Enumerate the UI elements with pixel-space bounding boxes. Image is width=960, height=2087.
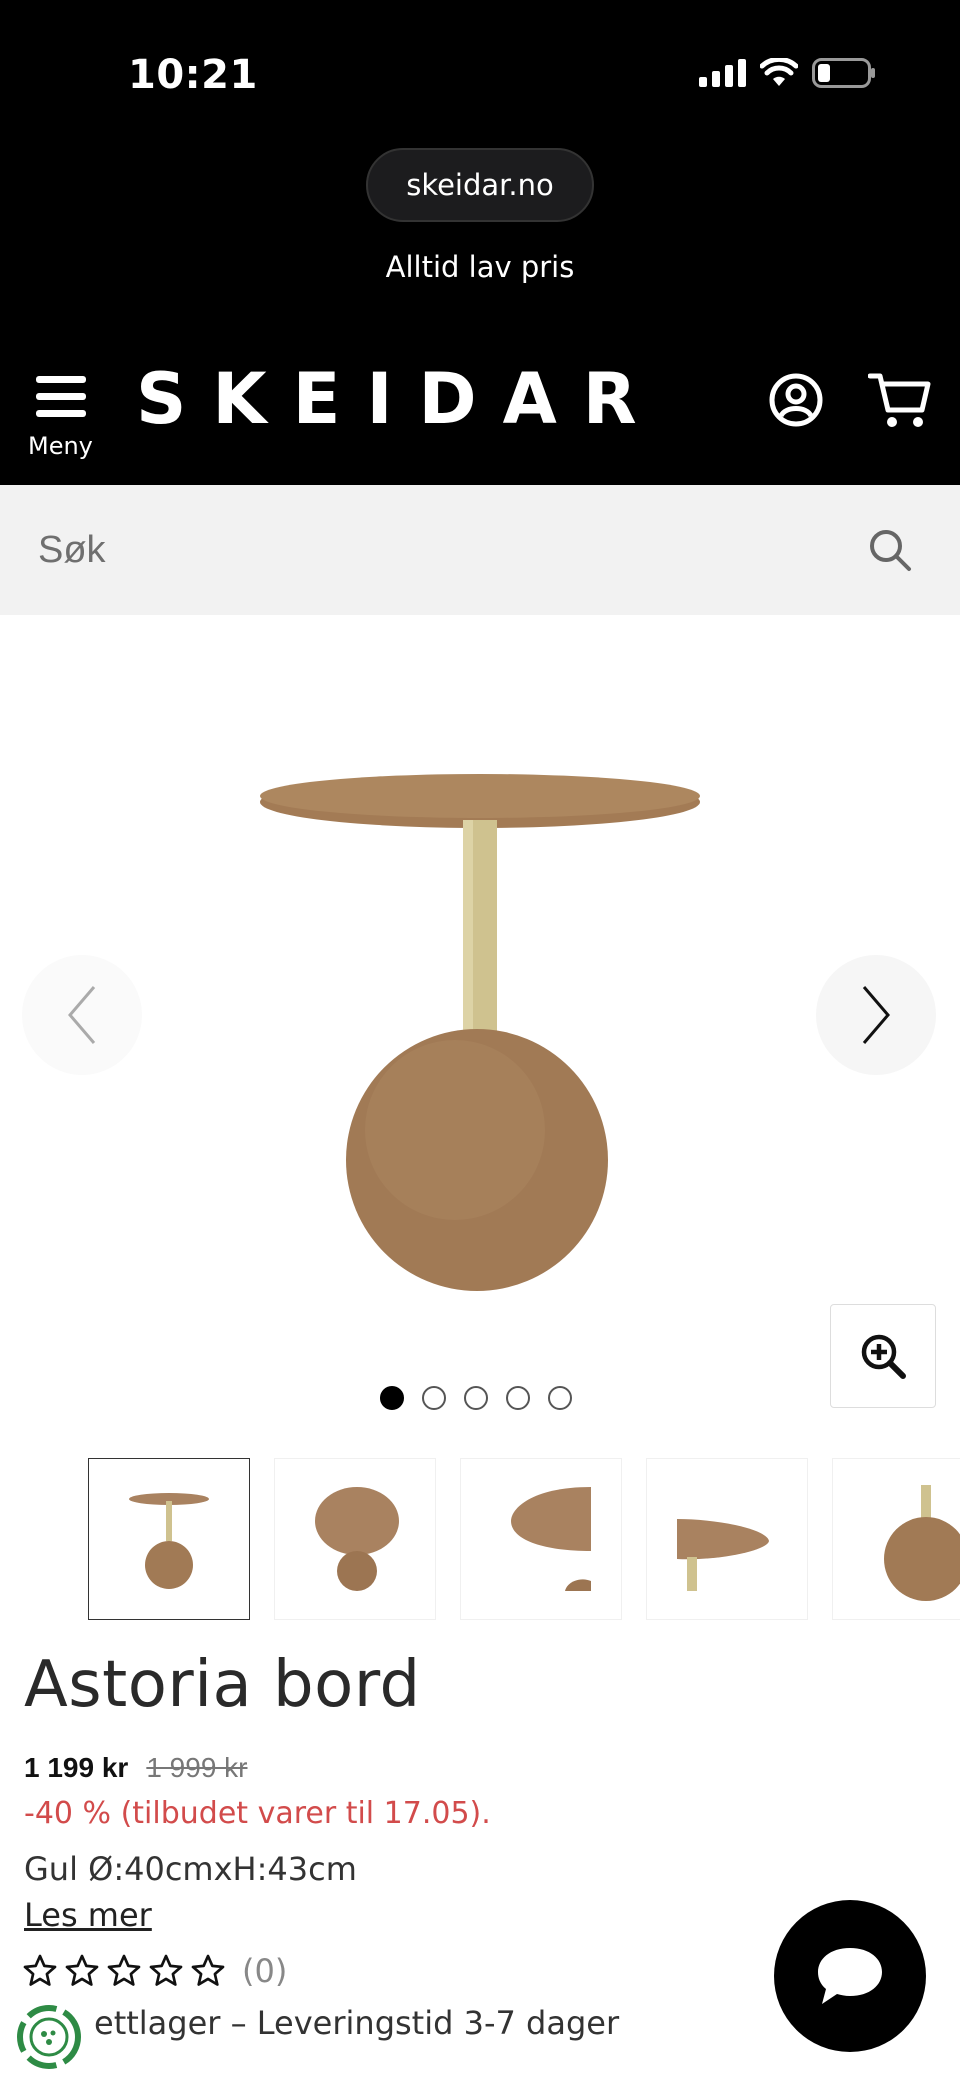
- search-bar: [0, 485, 960, 615]
- cellular-signal-icon: [699, 59, 746, 87]
- zoom-button[interactable]: [830, 1304, 936, 1408]
- star-icon: [149, 1954, 183, 1986]
- thumbnail-image: [129, 1493, 209, 1589]
- thumbnail-image: [677, 1519, 769, 1591]
- price-row: 1 199 kr 1 999 kr: [24, 1752, 248, 1784]
- zoom-in-icon: [861, 1334, 906, 1379]
- chat-icon: [818, 1948, 882, 2004]
- chevron-left-icon: [68, 986, 96, 1044]
- thumbnail[interactable]: [460, 1458, 622, 1620]
- review-count: (0): [242, 1952, 288, 1990]
- menu-label: Meny: [28, 432, 93, 460]
- thumbnail-image: [315, 1487, 399, 1591]
- thumbnail[interactable]: [274, 1458, 436, 1620]
- eco-badge-icon[interactable]: [16, 2004, 82, 2070]
- product-title: Astoria bord: [24, 1648, 421, 1722]
- thumbnail[interactable]: [88, 1458, 250, 1620]
- gallery-dot[interactable]: [464, 1386, 488, 1410]
- rating[interactable]: (0): [22, 1952, 287, 1990]
- stock-status: ettlager – Leveringstid 3-7 dager: [94, 2004, 620, 2042]
- gallery-dot[interactable]: [422, 1386, 446, 1410]
- promo-banner: Alltid lav pris: [385, 250, 575, 284]
- original-price: 1 999 kr: [146, 1752, 248, 1783]
- status-icons: [699, 58, 876, 88]
- star-icon: [23, 1954, 57, 1986]
- status-time: 10:21: [128, 52, 258, 98]
- site-logo[interactable]: SKEIDAR: [136, 358, 663, 440]
- thumbnail[interactable]: [832, 1458, 960, 1620]
- read-more-link[interactable]: Les mer: [24, 1896, 152, 1934]
- thumbnail-image: [884, 1485, 960, 1601]
- account-icon[interactable]: [768, 372, 824, 428]
- menu-button[interactable]: Meny: [28, 372, 98, 464]
- chat-button[interactable]: [774, 1900, 926, 2052]
- gallery-dot[interactable]: [380, 1386, 404, 1410]
- menu-icon: [36, 376, 86, 383]
- star-icon: [65, 1954, 99, 1986]
- star-icon: [107, 1954, 141, 1986]
- next-image-button[interactable]: [816, 955, 936, 1075]
- discount-label: -40 % (tilbudet varer til 17.05).: [24, 1796, 491, 1831]
- browser-url-bar[interactable]: skeidar.no: [366, 148, 594, 222]
- current-price: 1 199 kr: [24, 1752, 129, 1783]
- cart-icon[interactable]: [868, 370, 932, 430]
- battery-icon: [812, 58, 875, 88]
- gallery-dot[interactable]: [548, 1386, 572, 1410]
- thumbnail[interactable]: [646, 1458, 808, 1620]
- variant-info: Gul Ø:40cmxH:43cm: [24, 1850, 357, 1888]
- chevron-right-icon: [862, 986, 890, 1044]
- search-input[interactable]: [38, 517, 838, 583]
- gallery-dot[interactable]: [506, 1386, 530, 1410]
- search-icon[interactable]: [868, 528, 912, 572]
- previous-image-button[interactable]: [22, 955, 142, 1075]
- product-image[interactable]: [250, 740, 710, 1300]
- thumbnail-image: [511, 1487, 591, 1591]
- thumbnail-strip[interactable]: [88, 1458, 960, 1620]
- star-icon: [191, 1954, 225, 1986]
- gallery-dots: [380, 1386, 572, 1410]
- wifi-icon: [760, 58, 798, 86]
- product-gallery[interactable]: [0, 615, 960, 1415]
